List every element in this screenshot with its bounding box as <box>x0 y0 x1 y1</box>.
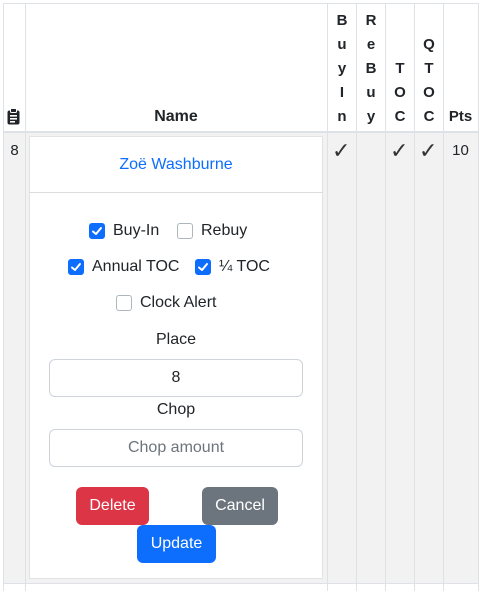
row-rebuy-cell <box>356 133 385 583</box>
header-buyin-char: B <box>336 12 348 29</box>
clock-alert-checkbox-row[interactable]: Clock Alert <box>116 294 216 312</box>
toc-check-icon: ✓ <box>390 138 409 163</box>
row-toc-cell <box>385 133 414 583</box>
row-place-value: 8 <box>10 142 19 159</box>
buyin-checkbox-label: Buy-In <box>113 222 160 239</box>
header-qtoc-char: T <box>424 60 434 77</box>
header-qtoc-char: C <box>423 108 435 125</box>
header-pts: Pts <box>448 108 473 125</box>
header-toc-char: O <box>394 84 406 101</box>
row-pts-value: 10 <box>452 142 469 159</box>
quarter-toc-checkbox[interactable] <box>195 259 211 275</box>
rebuy-checkbox-label: Rebuy <box>201 222 248 239</box>
header-buyin-char: y <box>337 60 347 77</box>
cancel-button[interactable]: Cancel <box>202 487 278 525</box>
row-pts-cell <box>443 133 478 583</box>
header-rebuy-char: B <box>365 60 377 77</box>
buyin-checkbox-row[interactable]: Buy-In <box>89 222 159 240</box>
row-buyin-cell <box>327 133 356 583</box>
header-rebuy-char: R <box>365 12 377 29</box>
header-rebuy-char: y <box>366 108 376 125</box>
header-qtoc-char: O <box>423 84 435 101</box>
player-edit-card <box>29 136 323 579</box>
annual-toc-checkbox[interactable] <box>68 259 84 275</box>
header-toc-char: T <box>395 60 405 77</box>
table-border-top <box>3 3 479 4</box>
header-buyin-char: I <box>339 84 345 101</box>
chop-input[interactable] <box>49 429 303 467</box>
place-label: Place <box>155 331 197 348</box>
header-buyin-char: n <box>337 108 347 125</box>
header-qtoc-char: Q <box>423 36 435 53</box>
header-name: Name <box>154 108 198 125</box>
table-border-right <box>478 3 479 591</box>
qtoc-check-icon: ✓ <box>419 138 438 163</box>
header-rebuy-char: e <box>366 36 376 53</box>
quarter-toc-checkbox-row[interactable]: ¼ TOC <box>195 258 270 276</box>
row-bottom-border <box>3 583 479 584</box>
header-divider <box>3 131 479 133</box>
header-toc-char: C <box>394 108 406 125</box>
col-sep-1 <box>25 3 26 591</box>
header-rebuy-char: u <box>366 84 376 101</box>
annual-toc-checkbox-row[interactable]: Annual TOC <box>68 258 179 276</box>
clock-alert-checkbox[interactable] <box>116 295 132 311</box>
row-qtoc-cell <box>414 133 443 583</box>
place-input[interactable] <box>49 359 303 397</box>
rebuy-checkbox-row[interactable]: Rebuy <box>177 222 247 240</box>
delete-button[interactable]: Delete <box>76 487 149 525</box>
buyin-check-icon: ✓ <box>332 138 351 163</box>
header-buyin-char: u <box>337 36 347 53</box>
clipboard-icon <box>7 108 20 125</box>
buyin-checkbox[interactable] <box>89 223 105 239</box>
update-button[interactable]: Update <box>137 525 216 563</box>
row-place-cell <box>4 133 25 583</box>
card-header-divider <box>29 192 323 193</box>
player-name-link[interactable]: Zoë Washburne <box>29 156 323 174</box>
annual-toc-checkbox-label: Annual TOC <box>92 258 180 275</box>
table-border-left <box>3 3 4 591</box>
rebuy-checkbox[interactable] <box>177 223 193 239</box>
quarter-toc-checkbox-label: ¼ TOC <box>219 258 270 275</box>
chop-label: Chop <box>156 401 196 418</box>
clock-alert-checkbox-label: Clock Alert <box>140 294 217 311</box>
